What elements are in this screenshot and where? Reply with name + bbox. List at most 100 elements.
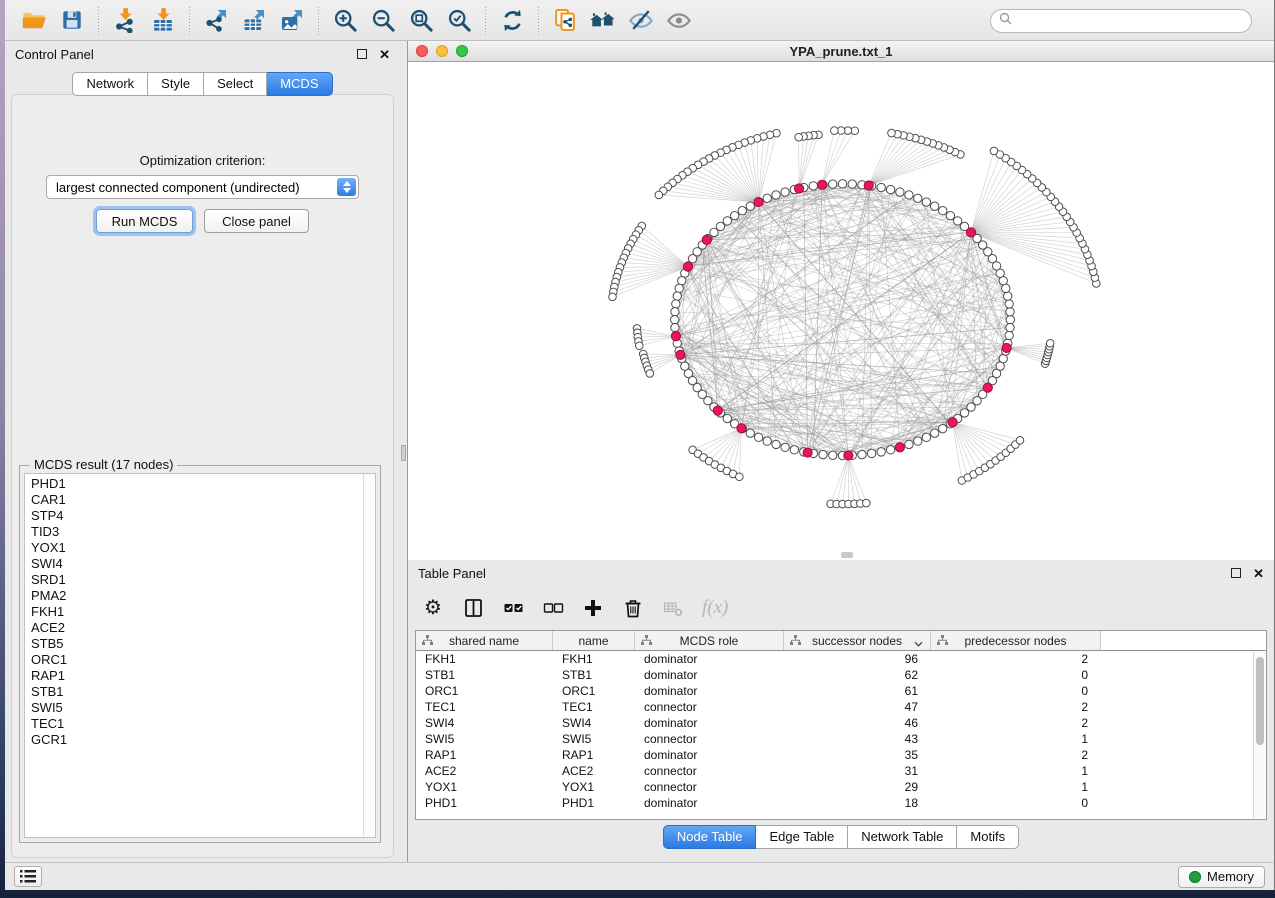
apply-preferred-layout-button[interactable] (493, 3, 531, 37)
mcds-result-item[interactable]: CAR1 (31, 492, 375, 508)
export-table-button[interactable] (235, 3, 273, 37)
table-row[interactable]: FKH1FKH1dominator962 (416, 651, 1266, 667)
column-header-name[interactable]: name (553, 631, 635, 650)
float-table-panel-icon[interactable] (1231, 568, 1241, 578)
run-mcds-button[interactable]: Run MCDS (96, 209, 193, 233)
right-column: YPA_prune.txt_1 Table Panel ✕ ⚙f(x) shar… (408, 41, 1274, 862)
column-header-shared-name[interactable]: shared name (416, 631, 553, 650)
cell-mcds-role: connector (635, 780, 784, 794)
task-history-button[interactable] (14, 866, 42, 887)
table-scrollbar[interactable] (1253, 652, 1266, 818)
tab-mcds[interactable]: MCDS (267, 72, 332, 96)
save-session-button[interactable] (53, 3, 91, 37)
mcds-result-item[interactable]: TEC1 (31, 716, 375, 732)
mcds-result-item[interactable]: ORC1 (31, 652, 375, 668)
tab-motifs[interactable]: Motifs (957, 825, 1019, 849)
create-new-column-button[interactable] (582, 595, 604, 621)
splitter-handle[interactable] (401, 445, 406, 461)
zoom-fit-content-button[interactable] (402, 3, 440, 37)
mcds-result-item[interactable]: YOX1 (31, 540, 375, 556)
mcds-result-item[interactable]: STB1 (31, 684, 375, 700)
search-input[interactable] (1017, 14, 1243, 29)
export-network-button[interactable] (197, 3, 235, 37)
open-file-button[interactable] (15, 3, 53, 37)
table-scrollbar-thumb[interactable] (1256, 657, 1264, 745)
show-all-nodes-button[interactable] (660, 3, 698, 37)
delete-columns-button[interactable] (622, 595, 644, 621)
import-network-file-button[interactable] (106, 3, 144, 37)
table-row[interactable]: YOX1YOX1connector291 (416, 779, 1266, 795)
mcds-result-item[interactable]: ACE2 (31, 620, 375, 636)
mcds-result-item[interactable]: SRD1 (31, 572, 375, 588)
mcds-result-item[interactable]: FKH1 (31, 604, 375, 620)
tab-network-table[interactable]: Network Table (848, 825, 957, 849)
cell-name: SWI5 (553, 732, 635, 746)
first-neighbors-button[interactable] (584, 3, 622, 37)
cell-mcds-role: dominator (635, 684, 784, 698)
mcds-result-item[interactable]: STP4 (31, 508, 375, 524)
mcds-result-item[interactable]: STB5 (31, 636, 375, 652)
cell-shared-name: ORC1 (416, 684, 553, 698)
mcds-result-item[interactable]: GCR1 (31, 732, 375, 748)
mcds-result-item[interactable]: PMA2 (31, 588, 375, 604)
close-panel-icon[interactable]: ✕ (379, 48, 390, 61)
control-panel-title: Control Panel (15, 47, 94, 62)
column-header-successor-nodes[interactable]: successor nodes (784, 631, 931, 650)
network-graph[interactable] (408, 62, 1274, 559)
cell-mcds-role: dominator (635, 716, 784, 730)
table-row[interactable]: STB1STB1dominator620 (416, 667, 1266, 683)
toolbar-separator (485, 5, 486, 35)
close-table-panel-icon[interactable]: ✕ (1253, 567, 1264, 580)
cell-mcds-role: dominator (635, 652, 784, 666)
search-box[interactable] (990, 9, 1252, 33)
table-row[interactable]: ORC1ORC1dominator610 (416, 683, 1266, 699)
cell-predecessor-nodes: 2 (931, 716, 1101, 730)
column-settings-gear-button[interactable]: ⚙ (422, 595, 444, 621)
mcds-result-item[interactable]: PHD1 (31, 476, 375, 492)
network-canvas[interactable] (408, 62, 1274, 560)
control-panel-header: Control Panel ✕ (5, 41, 400, 67)
zoom-in-button[interactable] (326, 3, 364, 37)
tab-edge-table[interactable]: Edge Table (756, 825, 848, 849)
mcds-result-item[interactable]: TID3 (31, 524, 375, 540)
deselect-all-columns-button[interactable] (542, 595, 564, 621)
memory-button[interactable]: Memory (1178, 866, 1265, 888)
hide-selected-nodes-button[interactable] (622, 3, 660, 37)
mcds-result-item[interactable]: SWI4 (31, 556, 375, 572)
select-all-columns-button[interactable] (502, 595, 524, 621)
show-columns-button[interactable] (462, 595, 484, 621)
table-row[interactable]: SWI4SWI4dominator462 (416, 715, 1266, 731)
cell-shared-name: SWI5 (416, 732, 553, 746)
copy-network-button[interactable] (546, 3, 584, 37)
tab-node-table[interactable]: Node Table (663, 825, 757, 849)
cell-successor-nodes: 18 (784, 796, 931, 810)
tab-network[interactable]: Network (72, 72, 148, 96)
table-row[interactable]: PHD1PHD1dominator180 (416, 795, 1266, 811)
table-panel-header: Table Panel ✕ (408, 560, 1274, 586)
mcds-result-list[interactable]: PHD1CAR1STP4TID3YOX1SWI4SRD1PMA2FKH1ACE2… (24, 473, 376, 838)
tab-select[interactable]: Select (204, 72, 267, 96)
zoom-out-button[interactable] (364, 3, 402, 37)
table-row[interactable]: RAP1RAP1dominator352 (416, 747, 1266, 763)
tab-style[interactable]: Style (148, 72, 204, 96)
mcds-result-item[interactable]: SWI5 (31, 700, 375, 716)
mcds-list-scrollbar[interactable] (363, 474, 375, 837)
cell-successor-nodes: 31 (784, 764, 931, 778)
column-header-predecessor-nodes[interactable]: predecessor nodes (931, 631, 1101, 650)
zoom-selected-region-button[interactable] (440, 3, 478, 37)
table-row[interactable]: ACE2ACE2connector311 (416, 763, 1266, 779)
column-header-mcds-role[interactable]: MCDS role (635, 631, 784, 650)
list-icon (20, 870, 36, 883)
mcds-result-item[interactable]: RAP1 (31, 668, 375, 684)
float-panel-icon[interactable] (357, 49, 367, 59)
import-table-file-button[interactable] (144, 3, 182, 37)
table-row[interactable]: TEC1TEC1connector472 (416, 699, 1266, 715)
table-row[interactable]: SWI5SWI5connector431 (416, 731, 1266, 747)
export-image-button[interactable] (273, 3, 311, 37)
close-panel-button[interactable]: Close panel (204, 209, 309, 233)
cell-predecessor-nodes: 0 (931, 668, 1101, 682)
vertical-splitter[interactable] (400, 41, 408, 862)
criterion-dropdown[interactable]: largest connected component (undirected) (46, 175, 359, 199)
function-builder-button: f(x) (702, 595, 728, 621)
network-hscroll-thumb[interactable] (841, 552, 853, 558)
